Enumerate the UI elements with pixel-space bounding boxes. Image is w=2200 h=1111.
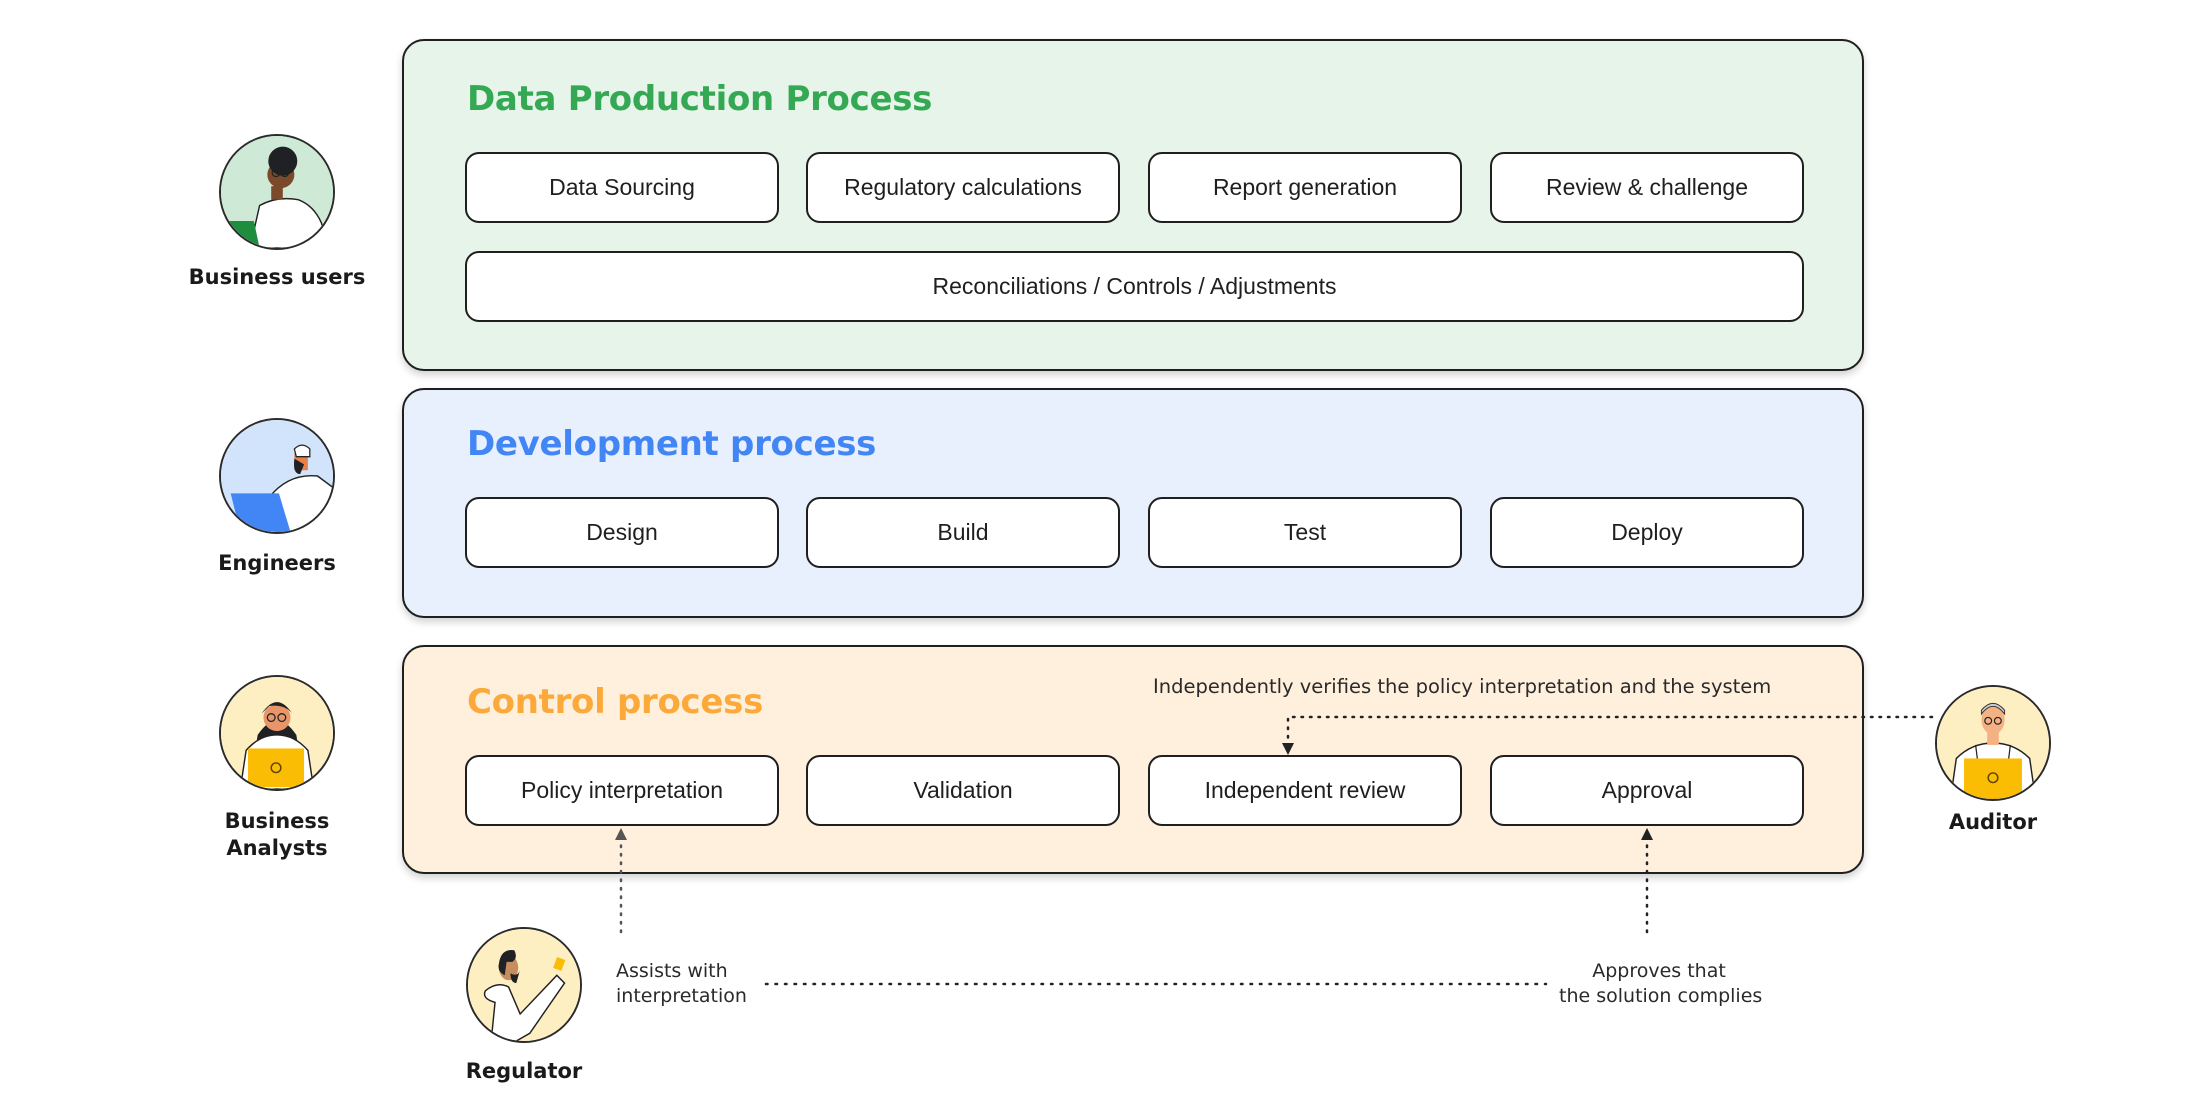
note-line: interpretation [616, 985, 747, 1007]
persona-label-business-users: Business users [188, 265, 366, 289]
persona-label-regulator: Regulator [465, 1059, 583, 1083]
note-line: Approves that [1592, 960, 1726, 982]
assists-with-interpretation-note: Assists with interpretation [616, 959, 747, 1009]
data-production-title: Data Production Process [467, 79, 933, 119]
independent-verification-annotation: Independently verifies the policy interp… [1153, 675, 1772, 698]
persona-label-line: Business [224, 809, 330, 833]
control-title: Control process [467, 682, 764, 722]
persona-label-auditor: Auditor [1948, 810, 2038, 834]
step-build[interactable]: Build [806, 497, 1120, 568]
business-analyst-avatar-icon [219, 675, 335, 791]
step-validation[interactable]: Validation [806, 755, 1120, 826]
step-approval[interactable]: Approval [1490, 755, 1804, 826]
approves-solution-complies-note: Approves that the solution complies [1559, 959, 1763, 1009]
step-design[interactable]: Design [465, 497, 779, 568]
auditor-avatar-icon [1935, 685, 2051, 801]
step-test[interactable]: Test [1148, 497, 1462, 568]
development-title: Development process [467, 424, 877, 464]
step-data-sourcing[interactable]: Data Sourcing [465, 152, 779, 223]
step-independent-review[interactable]: Independent review [1148, 755, 1462, 826]
persona-label-line: Analysts [226, 836, 328, 860]
persona-label-engineers: Engineers [218, 551, 336, 575]
development-panel: Development process Design Build Test De… [402, 388, 1864, 618]
persona-label-business-analysts: Business Analysts [177, 808, 377, 862]
note-line: the solution complies [1559, 985, 1763, 1007]
business-user-avatar-icon [219, 134, 335, 250]
step-report-generation[interactable]: Report generation [1148, 152, 1462, 223]
step-deploy[interactable]: Deploy [1490, 497, 1804, 568]
regulator-avatar-icon [466, 927, 582, 1043]
note-line: Assists with [616, 960, 728, 982]
step-review-challenge[interactable]: Review & challenge [1490, 152, 1804, 223]
step-reconciliations-controls-adjustments[interactable]: Reconciliations / Controls / Adjustments [465, 251, 1804, 322]
step-policy-interpretation[interactable]: Policy interpretation [465, 755, 779, 826]
engineer-avatar-icon [219, 418, 335, 534]
control-panel: Control process Independently verifies t… [402, 645, 1864, 874]
data-production-panel: Data Production Process Data Sourcing Re… [402, 39, 1864, 371]
step-regulatory-calculations[interactable]: Regulatory calculations [806, 152, 1120, 223]
